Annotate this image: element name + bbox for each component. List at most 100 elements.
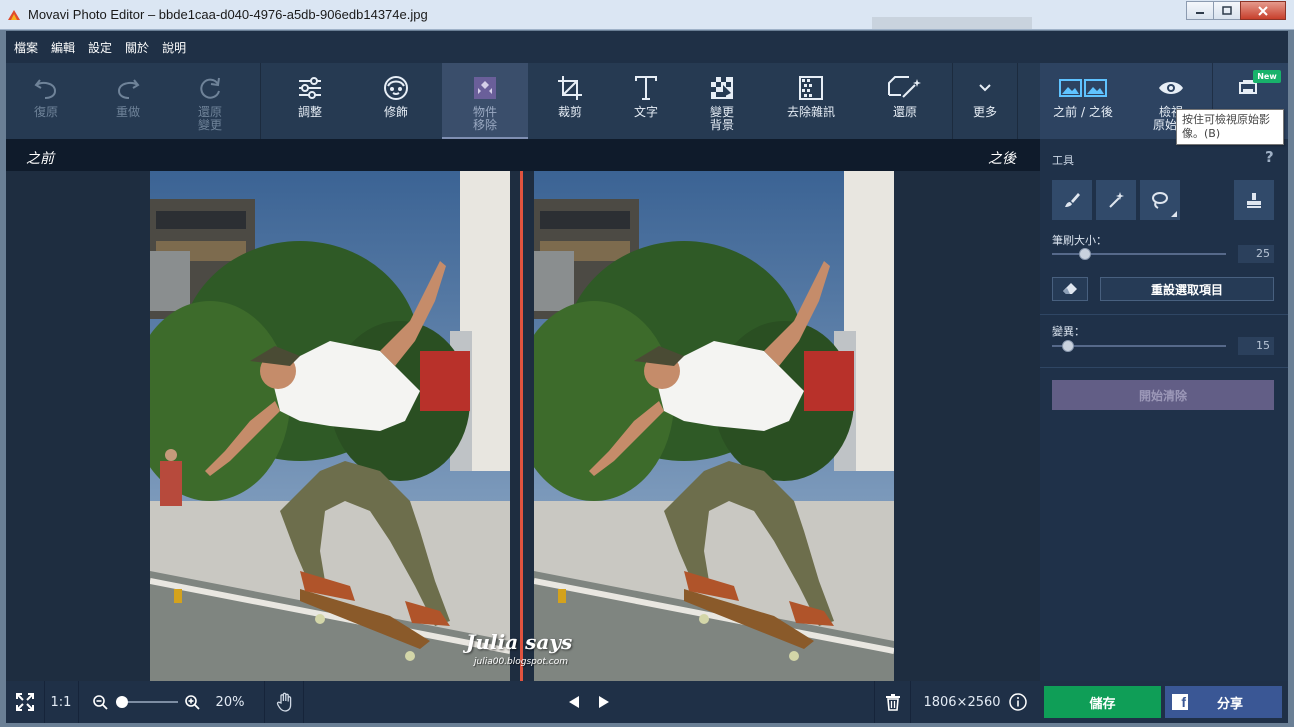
facebook-icon: f <box>1172 694 1188 710</box>
before-after-button[interactable]: 之前 / 之後 <box>1046 63 1120 139</box>
menu-file[interactable]: 檔案 <box>14 39 38 56</box>
close-button[interactable] <box>1240 1 1286 20</box>
toolbar-separator <box>260 63 261 139</box>
redo-label: 重做 <box>115 105 140 119</box>
new-badge: New <box>1253 70 1281 83</box>
denoise-icon <box>799 76 823 100</box>
help-icon[interactable]: ? <box>1265 148 1274 166</box>
pan-tool-button[interactable] <box>270 681 300 723</box>
view-original-tooltip: 按住可檢視原始影 像。(B) <box>1176 109 1284 145</box>
zoom-level: 20% <box>215 694 245 710</box>
zoom-slider-thumb[interactable] <box>116 696 128 708</box>
denoise-button[interactable]: 去除雜訊 <box>776 63 846 139</box>
more-button[interactable]: 更多 <box>954 63 1016 139</box>
text-button[interactable]: 文字 <box>614 63 678 139</box>
variation-slider-thumb[interactable] <box>1061 340 1074 352</box>
undo-button[interactable]: 復原 <box>14 63 78 139</box>
toolbar-separator <box>1017 63 1018 139</box>
redo-button[interactable]: 重做 <box>96 63 160 139</box>
crop-label: 裁剪 <box>557 105 582 119</box>
panel-divider <box>1040 367 1288 368</box>
image-dimensions: 1806×2560 <box>923 694 1001 710</box>
variation-slider[interactable] <box>1052 345 1226 347</box>
hand-icon <box>276 692 292 712</box>
retouch-button[interactable]: 修飾 <box>364 63 428 139</box>
more-label: 更多 <box>972 105 997 119</box>
restore-changes-label-1: 還原 <box>197 105 222 119</box>
menu-settings[interactable]: 設定 <box>88 39 112 56</box>
start-erase-button[interactable]: 開始清除 <box>1052 380 1274 410</box>
actual-size-button[interactable]: 1:1 <box>45 681 77 723</box>
bottom-separator <box>874 681 875 723</box>
variation-value[interactable]: 15 <box>1238 337 1274 355</box>
save-button[interactable]: 儲存 <box>1044 686 1161 718</box>
menu-help[interactable]: 說明 <box>162 39 186 56</box>
crop-icon <box>558 76 582 100</box>
minimize-button[interactable] <box>1186 1 1214 20</box>
stamp-icon <box>1247 193 1261 208</box>
brush-icon <box>1065 193 1080 207</box>
previous-image-button[interactable] <box>562 681 586 723</box>
before-label: 之前 <box>26 151 54 167</box>
change-background-button[interactable]: 變更 背景 <box>690 63 754 139</box>
stamp-tool-button[interactable] <box>1234 180 1274 220</box>
zoom-out-button[interactable] <box>88 681 112 723</box>
maximize-button[interactable] <box>1213 1 1241 20</box>
menu-bar: 檔案 編輯 設定 關於 說明 <box>6 31 1288 63</box>
fullscreen-icon <box>16 693 34 711</box>
menu-edit[interactable]: 編輯 <box>51 39 75 56</box>
bottom-separator <box>303 681 304 723</box>
brush-size-slider-thumb[interactable] <box>1079 248 1092 260</box>
zoom-out-icon <box>93 695 108 710</box>
blurred-region <box>872 17 1032 29</box>
fullscreen-button[interactable] <box>6 681 44 723</box>
share-button[interactable]: f 分享 <box>1165 686 1282 718</box>
background-icon <box>711 77 733 99</box>
delete-button[interactable] <box>878 681 908 723</box>
wand-icon <box>1109 192 1124 208</box>
retouch-label: 修飾 <box>383 105 408 119</box>
eraser-icon <box>1063 283 1077 294</box>
restore-button[interactable]: 還原 <box>870 63 940 139</box>
share-label: 分享 <box>1216 696 1243 712</box>
adjust-label: 調整 <box>297 105 322 119</box>
prev-icon <box>569 696 579 708</box>
maximize-icon <box>1222 6 1232 15</box>
brush-size-value[interactable]: 25 <box>1238 245 1274 263</box>
restore-changes-label-2: 變更 <box>197 118 222 132</box>
minimize-icon <box>1196 11 1204 14</box>
zoom-in-button[interactable] <box>180 681 204 723</box>
app-logo-icon <box>8 10 20 20</box>
restore-changes-button[interactable]: 還原 變更 <box>178 63 242 139</box>
info-icon <box>1009 693 1027 711</box>
image-info-button[interactable] <box>1006 681 1030 723</box>
tooltip-line-1: 按住可檢視原始影 <box>1182 113 1270 126</box>
crop-button[interactable]: 裁剪 <box>538 63 602 139</box>
eye-icon <box>1159 82 1183 94</box>
dropdown-corner-icon <box>1171 211 1177 217</box>
window-controls <box>1186 1 1286 20</box>
magic-wand-tool-button[interactable] <box>1096 180 1136 220</box>
skateboarder-photo-before <box>150 171 510 681</box>
magic-wand-icon <box>888 76 921 98</box>
object-removal-label-2: 移除 <box>472 118 497 132</box>
brush-tool-button[interactable] <box>1052 180 1092 220</box>
before-after-label: 之前 / 之後 <box>1053 105 1113 119</box>
bottom-separator <box>78 681 79 723</box>
next-image-button[interactable] <box>592 681 616 723</box>
tooltip-line-2: 像。(B) <box>1182 127 1221 140</box>
object-removal-icon <box>474 77 496 99</box>
menu-about[interactable]: 關於 <box>125 39 149 56</box>
object-removal-panel: 工具 ? 筆刷大小： 25 重設選取項目 變異： 15 開始清除 <box>1040 139 1288 681</box>
compare-split-line[interactable] <box>520 171 523 681</box>
object-removal-button[interactable]: 物件 移除 <box>442 63 528 139</box>
reset-selection-button[interactable]: 重設選取項目 <box>1100 277 1274 301</box>
adjust-button[interactable]: 調整 <box>278 63 342 139</box>
next-icon <box>599 696 609 708</box>
watermark-title: Julia says <box>466 630 573 654</box>
title-bar: Movavi Photo Editor – bbde1caa-d040-4976… <box>0 0 1294 30</box>
bottom-separator <box>264 681 265 723</box>
restore-label: 還原 <box>892 105 917 119</box>
lasso-tool-button[interactable] <box>1140 180 1180 220</box>
eraser-button[interactable] <box>1052 277 1088 301</box>
